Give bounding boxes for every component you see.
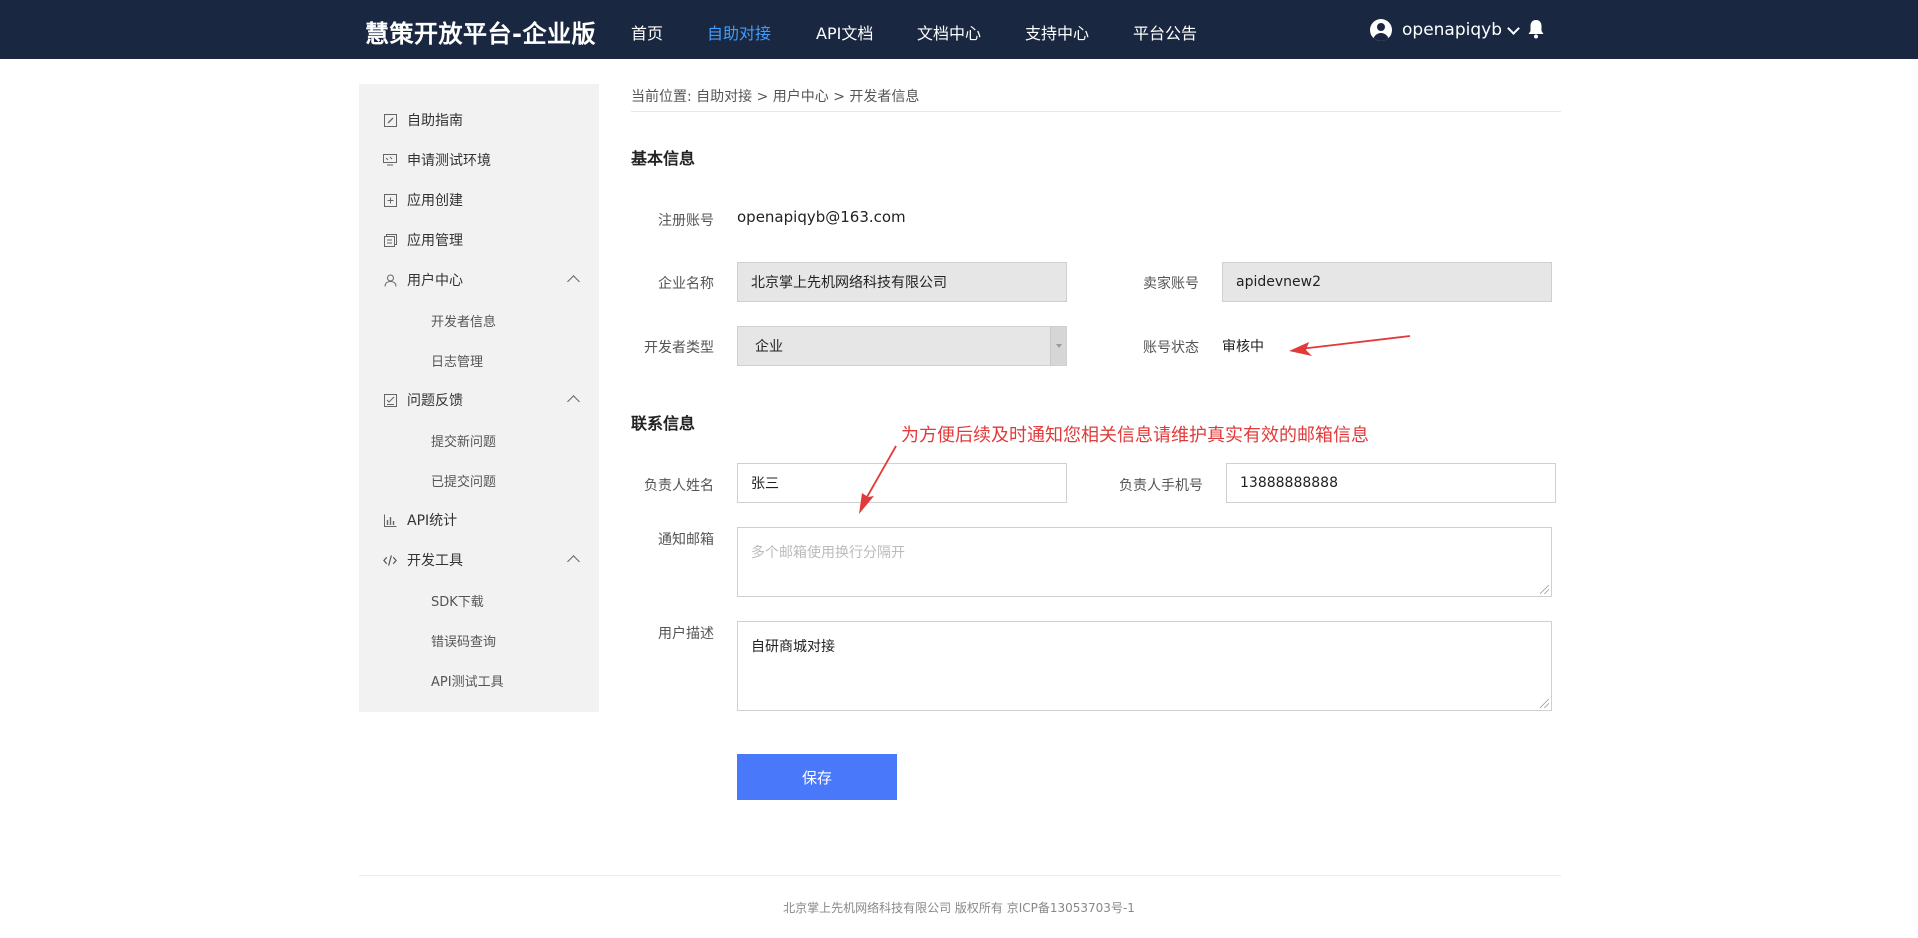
breadcrumb-divider (631, 111, 1561, 112)
annotation-text: 为方便后续及时通知您相关信息请维护真实有效的邮箱信息 (901, 425, 1369, 446)
status-value: 审核中 (1222, 339, 1264, 355)
desc-label: 用户描述 (658, 626, 714, 642)
sidebar-item-label: 申请测试环境 (407, 153, 491, 169)
sidebar-item-label: 开发工具 (407, 553, 463, 569)
sidebar-item-guide[interactable]: 自助指南 (383, 110, 463, 130)
nav-support-center[interactable]: 支持中心 (1025, 20, 1089, 44)
sidebar-item-label: 应用管理 (407, 233, 463, 249)
footer-divider (359, 875, 1561, 876)
collapse-dev-tools-icon[interactable] (567, 555, 580, 568)
sidebar-subitem-developer-info[interactable]: 开发者信息 (431, 311, 496, 330)
user-avatar-icon (1370, 19, 1392, 41)
bell-icon[interactable] (1527, 19, 1545, 39)
edit-icon (383, 113, 397, 127)
company-label: 企业名称 (658, 276, 714, 292)
sidebar-item-test-env[interactable]: 申请测试环境 (383, 150, 491, 170)
section-title-basic-info: 基本信息 (631, 149, 696, 168)
devtype-value: 企业 (755, 339, 783, 355)
description-value: 自研商城对接 (751, 639, 835, 655)
select-arrow-icon (1050, 327, 1066, 365)
sidebar-item-app-manage[interactable]: 应用管理 (383, 230, 463, 250)
status-label: 账号状态 (1143, 340, 1199, 356)
devtype-select[interactable]: 企业 (737, 326, 1067, 366)
bar-chart-icon (383, 513, 397, 527)
nav-api-docs[interactable]: API文档 (816, 20, 873, 44)
add-box-icon (383, 193, 397, 207)
sidebar-item-label: 应用创建 (407, 193, 463, 209)
email-placeholder: 多个邮箱使用换行分隔开 (751, 545, 905, 561)
sidebar-item-feedback[interactable]: 问题反馈 (383, 390, 463, 410)
account-label: 注册账号 (658, 213, 714, 229)
collapse-feedback-icon[interactable] (567, 395, 580, 408)
company-field: 北京掌上先机网络科技有限公司 (737, 262, 1067, 302)
account-value: openapiqyb@163.com (737, 208, 906, 226)
code-icon (383, 553, 397, 567)
sidebar-subitem-log-manage[interactable]: 日志管理 (431, 351, 483, 370)
contact-phone-input[interactable]: 13888888888 (1226, 463, 1556, 503)
sidebar-item-user-center[interactable]: 用户中心 (383, 270, 463, 290)
username: openapiqyb (1402, 20, 1502, 40)
name-label: 负责人姓名 (644, 478, 714, 494)
sidebar-subitem-submitted-issues[interactable]: 已提交问题 (431, 471, 496, 490)
sidebar-item-label: 自助指南 (407, 113, 463, 129)
seller-label: 卖家账号 (1143, 276, 1199, 292)
collapse-user-center-icon[interactable] (567, 275, 580, 288)
sidebar-item-app-create[interactable]: 应用创建 (383, 190, 463, 210)
sidebar-subitem-api-test-tool[interactable]: API测试工具 (431, 671, 504, 690)
stack-icon (383, 233, 397, 247)
user-icon (383, 273, 397, 287)
sidebar-item-label: 问题反馈 (407, 393, 463, 409)
email-label: 通知邮箱 (658, 532, 714, 548)
sidebar-subitem-submit-issue[interactable]: 提交新问题 (431, 431, 496, 450)
nav-doc-center[interactable]: 文档中心 (917, 20, 981, 44)
sidebar-item-dev-tools[interactable]: 开发工具 (383, 550, 463, 570)
resize-grip-icon[interactable] (1540, 699, 1549, 708)
sidebar-subitem-sdk-download[interactable]: SDK下载 (431, 591, 484, 610)
resize-grip-icon[interactable] (1540, 585, 1549, 594)
sidebar: 自助指南 申请测试环境 应用创建 应用管理 用户中心 开发者信息 日志管理 问题… (359, 84, 599, 712)
notify-email-textarea[interactable]: 多个邮箱使用换行分隔开 (737, 527, 1552, 597)
section-title-contact-info: 联系信息 (631, 414, 696, 433)
user-menu[interactable]: openapiqyb (1370, 19, 1520, 41)
breadcrumb: 当前位置: 自助对接 > 用户中心 > 开发者信息 (631, 89, 920, 105)
top-navbar: 慧策开放平台-企业版 首页 自助对接 API文档 文档中心 支持中心 平台公告 … (0, 0, 1918, 59)
user-description-textarea[interactable]: 自研商城对接 (737, 621, 1552, 711)
nav-self-service[interactable]: 自助对接 (707, 20, 771, 44)
nav-announcements[interactable]: 平台公告 (1133, 20, 1197, 44)
checklist-icon (383, 393, 397, 407)
devtype-label: 开发者类型 (644, 340, 714, 356)
sidebar-item-api-stats[interactable]: API统计 (383, 510, 457, 530)
sidebar-subitem-error-code[interactable]: 错误码查询 (431, 631, 496, 650)
sidebar-item-label: API统计 (407, 513, 458, 529)
phone-label: 负责人手机号 (1119, 478, 1203, 494)
brand-title[interactable]: 慧策开放平台-企业版 (365, 14, 596, 49)
sidebar-item-label: 用户中心 (407, 273, 463, 289)
monitor-icon (383, 153, 397, 167)
contact-name-input[interactable]: 张三 (737, 463, 1067, 503)
footer-copyright: 北京掌上先机网络科技有限公司 版权所有 京ICP备13053703号-1 (783, 901, 1135, 915)
chevron-down-icon (1507, 21, 1520, 35)
save-button[interactable]: 保存 (737, 754, 897, 800)
seller-account-field: apidevnew2 (1222, 262, 1552, 302)
nav-home[interactable]: 首页 (631, 20, 663, 44)
